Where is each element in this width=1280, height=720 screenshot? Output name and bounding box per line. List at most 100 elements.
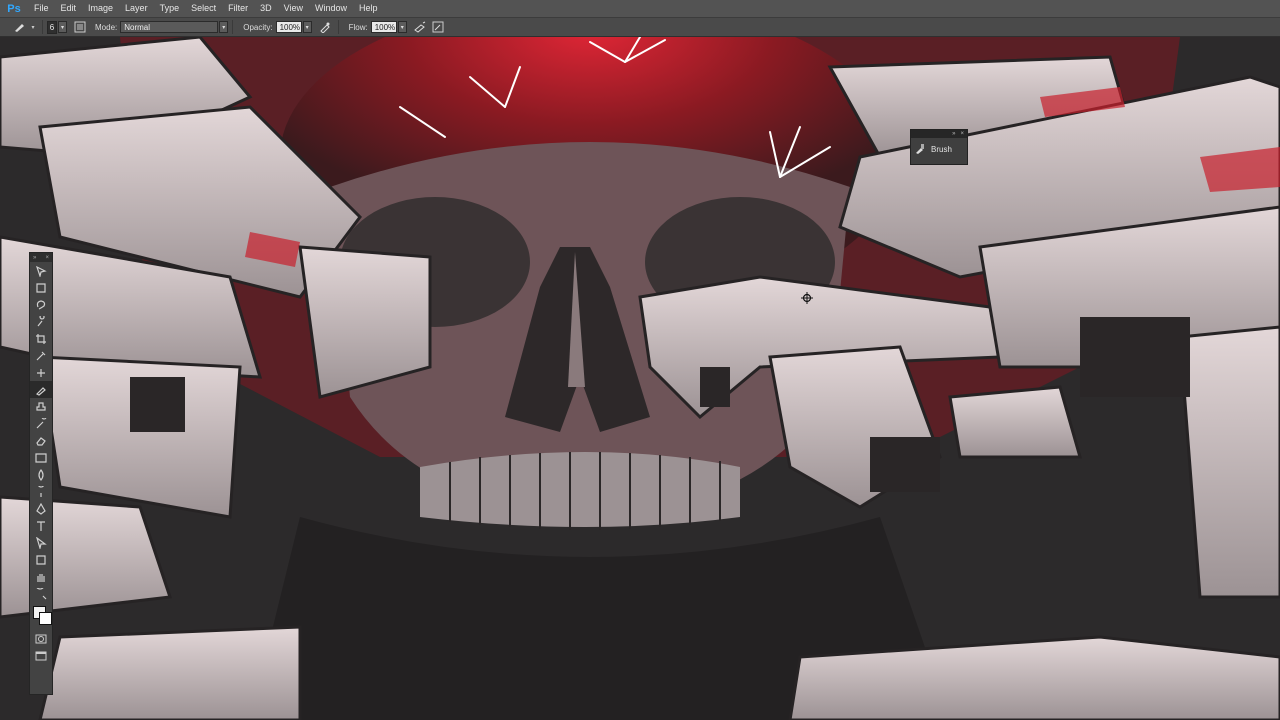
dodge-tool-button[interactable]: [30, 483, 52, 500]
brush-cursor-icon: [801, 292, 813, 304]
menu-layer[interactable]: Layer: [119, 0, 154, 17]
shape-tool-button[interactable]: [30, 551, 52, 568]
healing-brush-tool-button[interactable]: [30, 364, 52, 381]
clone-stamp-tool-button[interactable]: [30, 398, 52, 415]
brush-panel-tab[interactable]: Brush: [911, 138, 967, 160]
options-separator: [337, 20, 339, 34]
lasso-tool-icon: [36, 299, 46, 310]
opacity-input[interactable]: 100%: [275, 21, 302, 33]
crop-tool-icon: [36, 333, 46, 344]
close-panel-icon[interactable]: ×: [960, 131, 964, 137]
lasso-tool-button[interactable]: [30, 296, 52, 313]
pen-tool-button[interactable]: [30, 500, 52, 517]
skull-robot-artwork: [0, 37, 1280, 720]
eraser-tool-icon: [36, 436, 46, 446]
blur-tool-button[interactable]: [30, 466, 52, 483]
options-separator: [232, 20, 234, 34]
path-select-tool-button[interactable]: [30, 534, 52, 551]
tool-list: [30, 262, 52, 602]
menu-window[interactable]: Window: [309, 0, 353, 17]
zoom-tool-button[interactable]: [30, 585, 52, 602]
brush-panel: » × Brush: [910, 129, 968, 165]
marquee-tool-icon: [36, 282, 46, 293]
dodge-tool-icon: [38, 485, 44, 497]
brush-panel-header[interactable]: » ×: [911, 130, 967, 138]
brush-size-picker[interactable]: 6: [47, 20, 57, 34]
menu-select[interactable]: Select: [185, 0, 222, 17]
history-brush-tool-icon: [36, 417, 47, 428]
menu-bar: Ps File Edit Image Layer Type Select Fil…: [0, 0, 1280, 17]
marquee-tool-button[interactable]: [30, 279, 52, 296]
shape-tool-icon: [36, 554, 46, 565]
type-tool-button[interactable]: [30, 517, 52, 534]
pen-pressure-size-icon: [432, 21, 444, 33]
eyedropper-tool-icon: [36, 351, 46, 360]
color-swatches: [30, 602, 52, 630]
clone-stamp-tool-icon: [36, 401, 46, 411]
brush-panel-icon: [74, 21, 86, 33]
pressure-size-button[interactable]: [431, 20, 445, 34]
menu-view[interactable]: View: [278, 0, 309, 17]
eyedropper-tool-button[interactable]: [30, 347, 52, 364]
healing-brush-tool-icon: [37, 368, 45, 377]
opacity-dropdown-arrow[interactable]: ▾: [302, 21, 312, 33]
hand-tool-button[interactable]: [30, 568, 52, 585]
preset-dropdown-arrow-icon[interactable]: ▾: [30, 20, 36, 34]
gradient-tool-icon: [35, 452, 47, 463]
options-separator: [42, 20, 43, 34]
pen-tool-icon: [36, 502, 46, 515]
flow-label: Flow:: [348, 22, 368, 32]
quick-select-tool-icon: [37, 315, 45, 326]
mode-label: Mode:: [95, 22, 118, 32]
menu-3d[interactable]: 3D: [254, 0, 278, 17]
background-color-swatch[interactable]: [39, 612, 52, 625]
brush-tool-button[interactable]: [30, 381, 52, 398]
pen-pressure-icon: [319, 22, 330, 33]
airbrush-button[interactable]: [413, 20, 427, 34]
brush-panel-label: Brush: [931, 144, 952, 154]
tools-panel-header[interactable]: » ×: [30, 253, 52, 262]
pressure-opacity-button[interactable]: [318, 20, 332, 34]
menu-image[interactable]: Image: [82, 0, 119, 17]
expand-panel-icon[interactable]: »: [33, 255, 36, 261]
tools-panel: » ×: [29, 252, 53, 695]
menu-edit[interactable]: Edit: [55, 0, 83, 17]
move-tool-icon: [35, 265, 47, 277]
opacity-label: Opacity:: [243, 22, 273, 32]
quick-select-tool-button[interactable]: [30, 313, 52, 330]
brush-size-dropdown[interactable]: ▾: [58, 21, 67, 33]
options-bar: ▾ 6 ▾ Mode: Normal ▾ Opacity: 100% ▾ Flo…: [0, 17, 1280, 37]
blur-tool-icon: [38, 468, 44, 481]
brush-icon: [916, 144, 924, 154]
hand-tool-icon: [37, 573, 45, 582]
screen-mode-icon: [35, 651, 47, 660]
eraser-tool-button[interactable]: [30, 432, 52, 449]
zoom-tool-icon: [36, 587, 47, 599]
close-panel-icon[interactable]: ×: [45, 255, 49, 261]
flow-input[interactable]: 100%: [370, 21, 397, 33]
mode-select[interactable]: Normal: [120, 21, 219, 33]
quick-mask-icon: [35, 634, 47, 643]
brush-panel-toggle-button[interactable]: [73, 20, 87, 34]
brush-preset-icon: [15, 24, 24, 32]
move-tool-button[interactable]: [30, 262, 52, 279]
menu-type[interactable]: Type: [154, 0, 186, 17]
menu-help[interactable]: Help: [353, 0, 384, 17]
document-canvas[interactable]: [0, 37, 1280, 720]
menu-filter[interactable]: Filter: [222, 0, 254, 17]
screen-mode-button[interactable]: [30, 647, 52, 664]
tool-preset-picker[interactable]: [12, 20, 26, 34]
type-tool-icon: [37, 520, 45, 531]
gradient-tool-button[interactable]: [30, 449, 52, 466]
crop-tool-button[interactable]: [30, 330, 52, 347]
menu-file[interactable]: File: [28, 0, 55, 17]
flow-dropdown-arrow[interactable]: ▾: [397, 21, 407, 33]
path-select-tool-icon: [36, 536, 47, 549]
history-brush-tool-button[interactable]: [30, 415, 52, 432]
brush-tool-icon: [35, 386, 46, 396]
app-logo: Ps: [7, 2, 21, 15]
airbrush-icon: [413, 21, 425, 33]
quick-mask-button[interactable]: [30, 630, 52, 647]
collapse-panel-icon[interactable]: »: [952, 131, 955, 137]
mode-dropdown-arrow[interactable]: ▾: [219, 21, 229, 33]
